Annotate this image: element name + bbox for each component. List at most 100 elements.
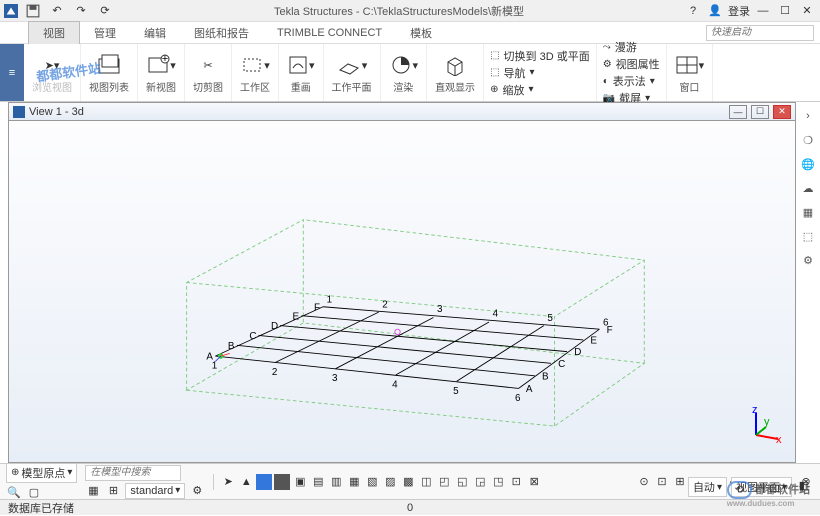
sel-13[interactable]: ⊡ [508, 474, 524, 490]
snap-1[interactable]: ⊙ [636, 474, 652, 490]
sel-blue[interactable] [256, 474, 272, 490]
sel-all[interactable]: ▲ [238, 474, 254, 490]
sel-3[interactable]: ▥ [328, 474, 344, 490]
auto-dropdown[interactable]: 自动 ▾ [688, 477, 727, 497]
view-minimize[interactable]: — [729, 105, 747, 119]
status-message: 数据库已存储 [8, 500, 74, 516]
cloud-icon[interactable]: ☁ [800, 180, 816, 196]
svg-text:y: y [764, 416, 770, 428]
svg-text:E: E [590, 336, 597, 347]
status-center: 0 [407, 502, 413, 514]
sel-2[interactable]: ▤ [310, 474, 326, 490]
view-titlebar: View 1 - 3d — ☐ ✕ [9, 103, 795, 121]
sel-dark[interactable] [274, 474, 290, 490]
grid4-icon[interactable]: ▦ [85, 483, 101, 499]
sel-10[interactable]: ◱ [454, 474, 470, 490]
cog-icon[interactable]: ⚙ [800, 252, 816, 268]
help-icon[interactable]: ? [684, 2, 702, 20]
repeat-icon[interactable]: ⟳ [96, 2, 114, 20]
sel-1[interactable]: ▣ [292, 474, 308, 490]
app-logo-icon [4, 4, 18, 18]
redo-icon[interactable]: ↷ [72, 2, 90, 20]
menu-tabs: 视图 管理 编辑 图纸和报告 TRIMBLE CONNECT 模板 [0, 22, 820, 44]
tab-edit[interactable]: 编辑 [130, 22, 180, 44]
last-icon[interactable]: ◧ [796, 477, 812, 493]
tab-view[interactable]: 视图 [28, 21, 80, 44]
ribbon-cursor[interactable]: ➤▾浏览视图 [24, 44, 81, 101]
axis-gizmo[interactable]: zxy [746, 405, 786, 445]
tab-template[interactable]: 模板 [396, 22, 446, 44]
grid-icon[interactable]: ▦ [800, 204, 816, 220]
selection-filter-icons: ➤▲ ▣▤ ▥▦ ▧▨ ▩◫ ◰◱ ◲◳ ⊡⊠ [213, 474, 542, 490]
ribbon-window[interactable]: ▾窗口 [667, 44, 714, 101]
sel-12[interactable]: ◳ [490, 474, 506, 490]
statusbar: 数据库已存储 0 [0, 499, 820, 515]
svg-text:5: 5 [547, 313, 553, 324]
snap-3[interactable]: ⊞ [672, 474, 688, 490]
sel-5[interactable]: ▧ [364, 474, 380, 490]
plane-dropdown[interactable]: 视图平面 ▾ [731, 477, 792, 497]
hamburger-menu[interactable]: ≡ [0, 44, 24, 101]
globe-help-icon[interactable]: ❍ [800, 132, 816, 148]
save-icon[interactable] [24, 2, 42, 20]
ribbon-newview[interactable]: +▾新视图 [138, 44, 185, 101]
view-title-text: View 1 - 3d [29, 106, 725, 118]
tab-trimble[interactable]: TRIMBLE CONNECT [263, 24, 396, 42]
view-maximize[interactable]: ☐ [751, 105, 769, 119]
ribbon-fly[interactable]: ⤳ 漫游 [603, 39, 660, 55]
undo-icon[interactable]: ↶ [48, 2, 66, 20]
login-label[interactable]: 登录 [728, 3, 750, 19]
sel-4[interactable]: ▦ [346, 474, 362, 490]
tab-drawings[interactable]: 图纸和报告 [180, 22, 263, 44]
standard-dropdown[interactable]: standard ▾ [125, 483, 185, 499]
origin-dropdown[interactable]: ⊕ 模型原点 ▾ [6, 463, 77, 483]
ribbon-viewlist[interactable]: 视图列表 [81, 44, 138, 101]
ribbon-render[interactable]: ▾渲染 [381, 44, 428, 101]
svg-text:z: z [752, 405, 758, 416]
workspace: View 1 - 3d — ☐ ✕ ABC DE [8, 102, 796, 463]
model-search-input[interactable] [85, 465, 181, 481]
ribbon-redraw[interactable]: ▾重画 [279, 44, 324, 101]
ribbon-view-stack: ⤳ 漫游 ⚙ 视图属性 ◐ 表示法 ▾ 📷 截屏 ▾ [597, 44, 667, 101]
ribbon-representation[interactable]: ◐ 表示法 ▾ [603, 73, 660, 89]
sel-11[interactable]: ◲ [472, 474, 488, 490]
ribbon-zoom[interactable]: ⊕ 缩放 ▾ [490, 82, 590, 98]
ribbon-workarea[interactable]: ▾工作区 [232, 44, 279, 101]
minimize-button[interactable]: — [754, 2, 772, 20]
maximize-button[interactable]: ☐ [776, 2, 794, 20]
globe-icon[interactable]: 🌐 [800, 156, 816, 172]
view-icon [13, 106, 25, 118]
cube-icon[interactable]: ⬚ [800, 228, 816, 244]
view-close[interactable]: ✕ [773, 105, 791, 119]
svg-text:2: 2 [382, 300, 387, 311]
window-title: Tekla Structures - C:\TeklaStructuresMod… [114, 3, 684, 19]
sel-14[interactable]: ⊠ [526, 474, 542, 490]
sel-9[interactable]: ◰ [436, 474, 452, 490]
sel-7[interactable]: ▩ [400, 474, 416, 490]
ribbon-switch-3d[interactable]: ⬚ 切换到 3D 或平面 [490, 48, 590, 64]
close-button[interactable]: ✕ [798, 2, 816, 20]
grid9-icon[interactable]: ⊞ [105, 483, 121, 499]
ribbon-workplane[interactable]: ▾工作平面 [324, 44, 381, 101]
quick-launch-input[interactable] [706, 25, 814, 41]
svg-text:3: 3 [332, 373, 338, 384]
svg-text:1: 1 [212, 361, 217, 372]
sel-6[interactable]: ▨ [382, 474, 398, 490]
ribbon-viewprops[interactable]: ⚙ 视图属性 [603, 56, 660, 72]
tab-manage[interactable]: 管理 [80, 22, 130, 44]
svg-text:6: 6 [515, 393, 521, 404]
svg-text:6: 6 [603, 318, 609, 329]
svg-text:5: 5 [453, 386, 459, 397]
ribbon-clipplane[interactable]: ✂切剪图 [185, 44, 232, 101]
3d-canvas[interactable]: ABC DEF ABC DEF 123 456 123 456 [9, 121, 795, 462]
sel-cursor[interactable]: ➤ [220, 474, 236, 490]
ribbon-visual[interactable]: 直观显示 [427, 44, 484, 101]
svg-text:E: E [293, 311, 300, 322]
sel-8[interactable]: ◫ [418, 474, 434, 490]
ribbon-navigate[interactable]: ⬚ 导航 ▾ [490, 65, 590, 81]
snap-2[interactable]: ⊡ [654, 474, 670, 490]
chevron-right-icon[interactable]: › [800, 108, 816, 124]
svg-text:A: A [526, 384, 533, 395]
user-icon[interactable]: 👤 [706, 2, 724, 20]
gear-icon[interactable]: ⚙ [189, 483, 205, 499]
